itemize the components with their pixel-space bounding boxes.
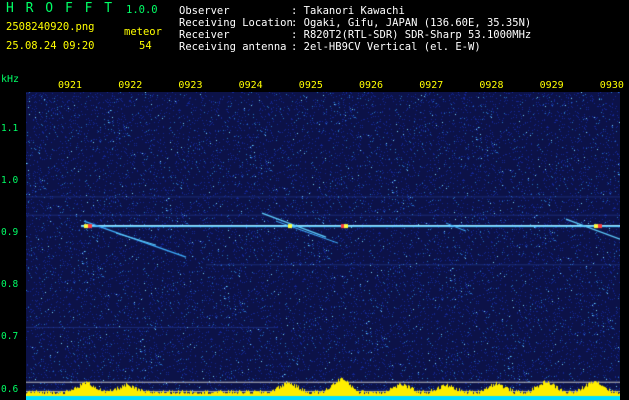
meteor-count: 54 <box>139 40 152 52</box>
datetime: 25.08.24 09:20 <box>6 40 95 52</box>
station-key-antenna: Receiving antenna <box>179 41 287 53</box>
x-tick-label: 0927 <box>419 80 444 91</box>
x-tick-label: 0923 <box>178 80 203 91</box>
y-tick-label: 1.1 <box>1 122 19 134</box>
x-tick-label: 0924 <box>238 80 263 91</box>
x-tick-label: 0929 <box>539 80 564 91</box>
x-tick-label: 0925 <box>298 80 323 91</box>
y-tick-label: 1.0 <box>1 174 19 186</box>
y-axis-label: kHz <box>1 74 20 85</box>
x-tick-label: 0930 <box>599 80 624 91</box>
station-value-receiver: : R820T2(RTL-SDR) SDR-Sharp 53.1000MHz <box>291 29 532 41</box>
meteor-label: meteor <box>124 26 162 38</box>
x-tick-label: 0921 <box>58 80 83 91</box>
station-value-antenna: : 2el-HB9CV Vertical (el. E-W) <box>291 41 481 53</box>
app-version: 1.0.0 <box>126 4 158 16</box>
spectrogram-plot <box>26 92 620 400</box>
y-tick-label: 0.6 <box>1 383 19 395</box>
station-key-location: Receiving Location <box>179 17 293 29</box>
y-tick-label: 0.7 <box>1 331 19 343</box>
station-value-observer: : Takanori Kawachi <box>291 5 405 17</box>
y-tick-label: 0.9 <box>1 226 19 238</box>
spectrogram-screen: H R O F F T 1.0.0 2508240920.png meteor … <box>0 0 629 400</box>
station-key-observer: Observer <box>179 5 230 17</box>
x-tick-label: 0928 <box>479 80 504 91</box>
x-tick-label: 0926 <box>359 80 384 91</box>
filename: 2508240920.png <box>6 21 95 33</box>
x-tick-label: 0922 <box>118 80 143 91</box>
y-tick-label: 0.8 <box>1 279 19 291</box>
app-name: H R O F F T <box>6 1 115 16</box>
station-key-receiver: Receiver <box>179 29 230 41</box>
spectrogram-canvas <box>26 92 620 400</box>
station-value-location: : Ogaki, Gifu, JAPAN (136.60E, 35.35N) <box>291 17 532 29</box>
